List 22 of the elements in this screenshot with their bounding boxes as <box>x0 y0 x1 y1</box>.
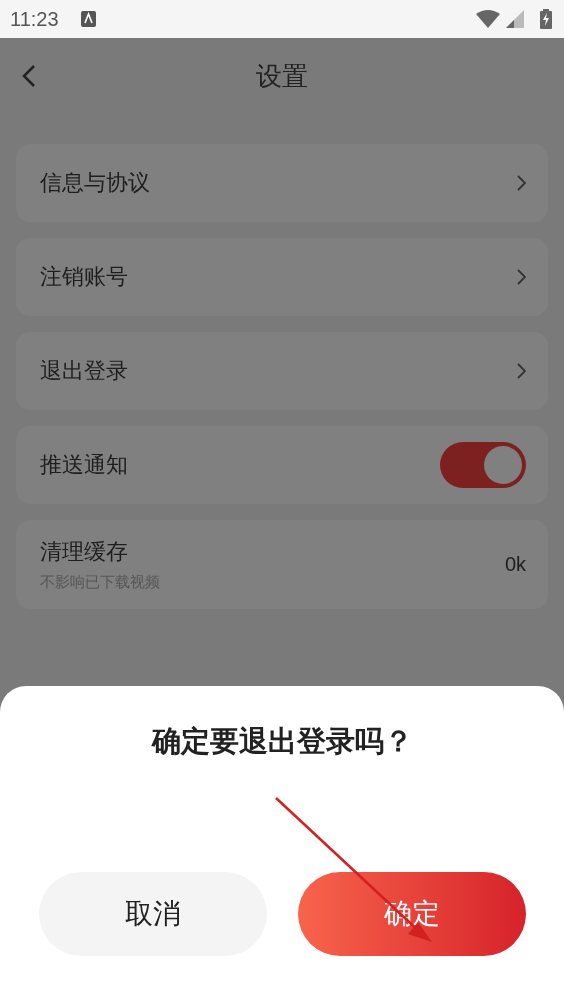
chevron-right-icon <box>517 269 526 285</box>
item-label: 推送通知 <box>40 451 128 479</box>
settings-item[interactable]: 信息与协议 <box>16 144 548 222</box>
dialog-title: 确定要退出登录吗？ <box>151 723 413 760</box>
item-label: 注销账号 <box>40 263 128 291</box>
settings-item[interactable]: 退出登录 <box>16 332 548 410</box>
page-title: 设置 <box>256 60 308 93</box>
back-icon[interactable] <box>22 65 36 87</box>
chevron-right-icon <box>517 175 526 191</box>
item-label: 信息与协议 <box>40 169 150 197</box>
chevron-right-icon <box>517 363 526 379</box>
settings-item[interactable]: 注销账号 <box>16 238 548 316</box>
notification-icon <box>80 11 96 27</box>
wifi-icon <box>476 10 500 28</box>
toggle-switch[interactable] <box>440 442 526 488</box>
cancel-button[interactable]: 取消 <box>38 872 267 956</box>
status-time: 11:23 <box>10 7 59 31</box>
battery-icon <box>540 9 552 29</box>
signal-icon <box>506 10 524 28</box>
cache-size: 0k <box>504 553 526 576</box>
item-label: 清理缓存 <box>40 538 129 566</box>
item-label: 退出登录 <box>40 357 128 385</box>
